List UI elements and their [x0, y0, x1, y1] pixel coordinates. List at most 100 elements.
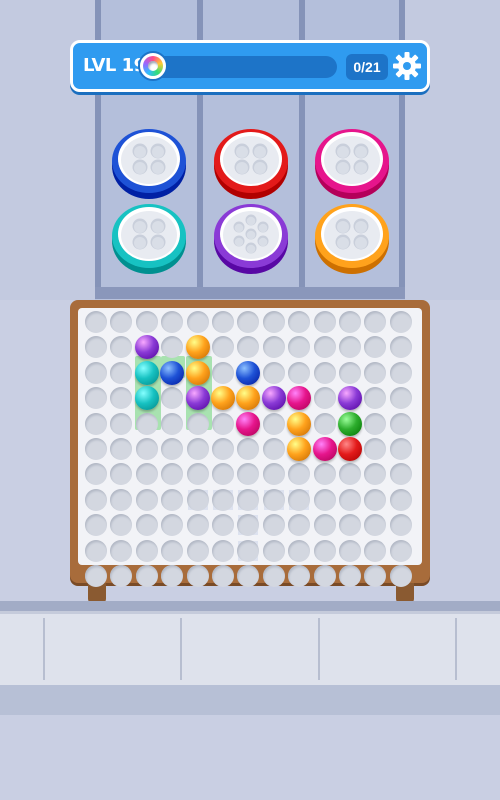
- ball-cyan[interactable]: [134, 360, 159, 385]
- ball-orange[interactable]: [287, 411, 312, 436]
- peg-hole: [186, 438, 209, 460]
- ball-green[interactable]: [338, 411, 362, 436]
- peg-hole: [186, 488, 209, 511]
- conveyor-base: [0, 685, 500, 715]
- peg-hole: [313, 539, 336, 562]
- ball-orange[interactable]: [185, 335, 210, 360]
- peg-hole: [110, 539, 133, 562]
- ball-pink[interactable]: [236, 411, 261, 436]
- peg-hole: [313, 514, 336, 537]
- peg-hole: [161, 412, 184, 435]
- peg-hole: [339, 539, 361, 562]
- peg-hole: [313, 361, 336, 384]
- peg-hole: [288, 539, 311, 562]
- peg-hole: [212, 565, 234, 587]
- peg-hole: [389, 565, 412, 587]
- peg-hole: [389, 387, 412, 410]
- peg-hole: [135, 438, 158, 460]
- peg-hole: [313, 565, 336, 587]
- ball-pink[interactable]: [312, 437, 337, 461]
- ball-orange[interactable]: [185, 360, 210, 385]
- container-purple: [213, 203, 289, 275]
- belt-divider: [180, 618, 182, 680]
- peg-hole: [262, 438, 285, 460]
- conveyor-belt: [0, 611, 500, 688]
- peg-hole: [237, 539, 260, 562]
- peg-hole: [364, 412, 387, 435]
- peg-hole: [313, 412, 336, 435]
- peg-hole: [364, 539, 387, 562]
- container-red: [213, 128, 289, 200]
- peg-hole: [212, 361, 234, 384]
- peg-hole: [262, 514, 285, 537]
- peg-hole: [186, 311, 209, 333]
- container-blue: [111, 128, 187, 200]
- peg-hole: [389, 361, 412, 384]
- ball-purple[interactable]: [261, 386, 286, 411]
- peg-hole: [85, 438, 107, 460]
- peg-hole: [212, 488, 234, 511]
- peg-hole: [135, 488, 158, 511]
- peg-hole: [288, 361, 311, 384]
- peg-hole: [389, 488, 412, 511]
- peg-hole: [186, 412, 209, 435]
- container-pink: [314, 128, 390, 200]
- conveyor-rail: [0, 601, 500, 611]
- peg-hole: [212, 412, 234, 435]
- peg-hole: [389, 311, 412, 333]
- peg-hole: [135, 412, 158, 435]
- ball-purple[interactable]: [185, 386, 210, 411]
- spool-icon: [138, 51, 168, 81]
- peg-hole: [339, 565, 361, 587]
- container-cyan: [111, 203, 187, 275]
- peg-hole: [262, 361, 285, 384]
- progress-counter: 0/21: [346, 54, 388, 80]
- peg-hole: [85, 539, 107, 562]
- progress-bar: [151, 56, 337, 78]
- peg-hole: [313, 387, 336, 410]
- peg-hole: [85, 488, 107, 511]
- ball-purple[interactable]: [338, 386, 362, 411]
- peg-hole: [110, 412, 133, 435]
- peg-hole: [186, 463, 209, 486]
- peg-hole: [313, 463, 336, 486]
- peg-hole: [186, 514, 209, 537]
- peg-hole: [186, 565, 209, 587]
- belt-divider: [43, 618, 45, 680]
- peg-hole: [389, 412, 412, 435]
- peg-hole: [161, 488, 184, 511]
- level-label: LVL 19: [83, 55, 146, 76]
- peg-hole: [212, 438, 234, 460]
- peg-hole: [212, 539, 234, 562]
- peg-hole: [313, 311, 336, 333]
- peg-hole: [389, 539, 412, 562]
- peg-hole: [313, 488, 336, 511]
- peg-hole: [262, 539, 285, 562]
- ball-red[interactable]: [338, 437, 362, 461]
- peg-hole: [212, 311, 234, 333]
- peg-hole: [262, 412, 285, 435]
- peg-hole: [262, 311, 285, 333]
- peg-hole: [339, 361, 361, 384]
- top-hud: LVL 19 0/21: [70, 40, 430, 92]
- ball-orange[interactable]: [211, 386, 235, 411]
- ball-cyan[interactable]: [134, 386, 159, 411]
- peg-hole: [135, 565, 158, 587]
- peg-hole: [262, 565, 285, 587]
- peg-hole: [85, 361, 107, 384]
- peg-hole: [85, 565, 107, 587]
- peg-hole: [313, 336, 336, 359]
- peg-hole: [85, 311, 107, 333]
- peg-hole: [135, 514, 158, 537]
- peg-hole: [262, 488, 285, 511]
- peg-hole: [389, 438, 412, 460]
- ball-blue[interactable]: [160, 360, 185, 385]
- peg-hole: [339, 488, 361, 511]
- peg-hole: [85, 412, 107, 435]
- belt-divider: [318, 618, 320, 680]
- belt-divider: [455, 618, 457, 680]
- gear-icon[interactable]: [391, 50, 423, 82]
- ball-orange[interactable]: [287, 437, 312, 461]
- peg-hole: [161, 539, 184, 562]
- peg-hole: [339, 311, 361, 333]
